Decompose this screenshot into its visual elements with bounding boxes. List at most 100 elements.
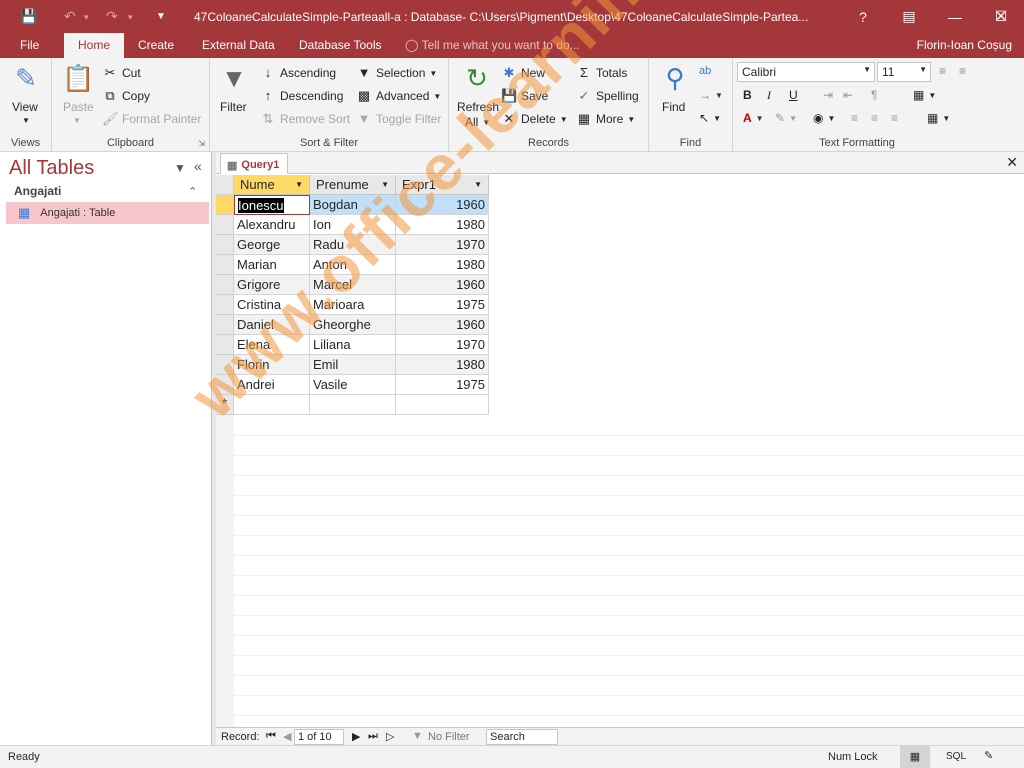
table-cell[interactable]: Ion: [310, 215, 396, 235]
table-cell[interactable]: 1975: [396, 375, 489, 395]
row-selector[interactable]: [216, 355, 234, 375]
refresh-button[interactable]: Refresh: [457, 100, 499, 114]
table-cell[interactable]: 1980: [396, 255, 489, 275]
new-record-button[interactable]: ✱ New: [501, 65, 545, 81]
new-record-cell[interactable]: [234, 395, 310, 415]
copy-button[interactable]: ⧉ Copy: [102, 88, 150, 104]
row-selector[interactable]: [216, 275, 234, 295]
select-pointer-icon[interactable]: ↖ ▼: [699, 111, 721, 125]
column-header-expr1[interactable]: Expr1 ▼: [396, 175, 489, 195]
row-selector[interactable]: [216, 215, 234, 235]
table-cell[interactable]: Bogdan: [310, 195, 396, 215]
descending-button[interactable]: ↑ Descending: [260, 88, 344, 104]
tab-external-data[interactable]: External Data: [196, 33, 281, 58]
redo-dropdown-icon[interactable]: ▾: [128, 12, 133, 23]
ribbon-display-options-icon[interactable]: ▤: [886, 0, 932, 33]
table-cell[interactable]: 1980: [396, 355, 489, 375]
font-name-combo[interactable]: Calibri ▼: [737, 62, 875, 82]
new-record-cell[interactable]: [310, 395, 396, 415]
bold-icon[interactable]: B: [743, 88, 752, 102]
design-view-icon[interactable]: ✎: [984, 749, 993, 762]
search-box[interactable]: Search: [486, 729, 558, 745]
paste-button[interactable]: Paste: [63, 100, 94, 114]
table-cell[interactable]: Radu: [310, 235, 396, 255]
spelling-button[interactable]: ✓ Spelling: [576, 88, 639, 104]
delete-record-button[interactable]: ✕ Delete ▼: [501, 111, 568, 127]
column-header-nume[interactable]: Nume ▼: [234, 175, 310, 195]
table-cell[interactable]: Grigore: [234, 275, 310, 295]
bullets-icon[interactable]: ≡: [939, 64, 946, 78]
select-all-corner[interactable]: [216, 175, 234, 195]
indent-icon[interactable]: ⇥: [823, 88, 833, 102]
new-record-marker[interactable]: *: [216, 395, 234, 415]
collapse-group-icon[interactable]: ⌃: [188, 185, 197, 198]
gridlines-icon[interactable]: ▦ ▼: [913, 88, 936, 102]
table-cell[interactable]: Andrei: [234, 375, 310, 395]
cut-button[interactable]: ✂ Cut: [102, 65, 141, 81]
nav-pane-title[interactable]: All Tables: [9, 157, 94, 180]
row-selector[interactable]: [216, 335, 234, 355]
table-cell[interactable]: Cristina: [234, 295, 310, 315]
table-cell[interactable]: Marian: [234, 255, 310, 275]
remove-sort-button[interactable]: ⇅ Remove Sort: [260, 111, 350, 127]
table-cell[interactable]: Liliana: [310, 335, 396, 355]
tell-me-box[interactable]: ◯ Tell me what you want to do...: [405, 33, 580, 58]
table-cell[interactable]: 1960: [396, 275, 489, 295]
table-cell[interactable]: George: [234, 235, 310, 255]
goto-icon[interactable]: → ▼: [699, 88, 723, 102]
nav-item-angajati-table[interactable]: ▦ Angajati : Table: [6, 202, 209, 224]
user-name[interactable]: Florin-Ioan Coșug: [917, 33, 1012, 58]
row-selector[interactable]: [216, 375, 234, 395]
font-color-icon[interactable]: A ▼: [743, 111, 764, 125]
sql-view-button[interactable]: SQL: [946, 751, 966, 762]
paste-icon[interactable]: 📋: [62, 62, 94, 94]
first-record-icon[interactable]: ⏮: [266, 730, 276, 743]
column-dropdown-icon[interactable]: ▼: [295, 180, 303, 189]
table-cell[interactable]: Marcel: [310, 275, 396, 295]
selection-button[interactable]: ▼ Selection ▼: [356, 65, 438, 81]
dialog-launcher-icon[interactable]: ⇲: [198, 139, 205, 148]
alternate-row-color-icon[interactable]: ▦ ▼: [927, 111, 950, 125]
refresh-icon[interactable]: ↻: [461, 62, 493, 94]
close-icon[interactable]: ✕: [978, 0, 1024, 33]
close-document-icon[interactable]: ✕: [1006, 154, 1018, 171]
filter-icon[interactable]: ▼: [218, 62, 250, 94]
table-cell[interactable]: Marioara: [310, 295, 396, 315]
paragraph-icon[interactable]: ¶: [871, 88, 877, 102]
tab-home[interactable]: Home: [64, 33, 124, 58]
table-cell[interactable]: Alexandru: [234, 215, 310, 235]
align-center-icon[interactable]: ≡: [871, 111, 878, 125]
table-cell[interactable]: Florin: [234, 355, 310, 375]
tab-create[interactable]: Create: [132, 33, 180, 58]
new-record-cell[interactable]: [396, 395, 489, 415]
table-cell[interactable]: 1960: [396, 195, 489, 215]
fill-color-icon[interactable]: ◉ ▼: [813, 111, 835, 125]
row-selector[interactable]: [216, 295, 234, 315]
paste-dropdown-icon[interactable]: ▼: [73, 116, 81, 125]
save-record-button[interactable]: 💾 Save: [501, 88, 548, 104]
outdent-icon[interactable]: ⇤: [843, 88, 853, 102]
row-selector[interactable]: [216, 315, 234, 335]
no-filter-indicator[interactable]: No Filter: [428, 731, 470, 743]
ascending-button[interactable]: ↓ Ascending: [260, 65, 336, 81]
table-cell[interactable]: Daniel: [234, 315, 310, 335]
row-selector[interactable]: [216, 235, 234, 255]
align-left-icon[interactable]: ≡: [851, 111, 858, 125]
table-cell[interactable]: 1970: [396, 235, 489, 255]
column-header-prenume[interactable]: Prenume ▼: [310, 175, 396, 195]
table-cell[interactable]: 1975: [396, 295, 489, 315]
filter-button[interactable]: Filter: [220, 100, 247, 114]
format-painter-button[interactable]: 🖌 Format Painter: [102, 111, 201, 127]
highlight-icon[interactable]: ✎ ▼: [775, 111, 797, 125]
customize-quick-access-icon[interactable]: ▼: [156, 11, 166, 22]
align-right-icon[interactable]: ≡: [891, 111, 898, 125]
column-dropdown-icon[interactable]: ▼: [474, 180, 482, 189]
table-cell[interactable]: Ionescu: [234, 195, 310, 215]
table-cell[interactable]: Elena: [234, 335, 310, 355]
table-cell[interactable]: Gheorghe: [310, 315, 396, 335]
find-magnifier-icon[interactable]: ⚲: [659, 62, 691, 94]
document-tab-query1[interactable]: ▦ Query1: [220, 153, 289, 174]
next-record-icon[interactable]: ▶: [352, 730, 360, 743]
numbering-icon[interactable]: ≡: [959, 64, 966, 78]
more-button[interactable]: ▦ More ▼: [576, 111, 635, 127]
